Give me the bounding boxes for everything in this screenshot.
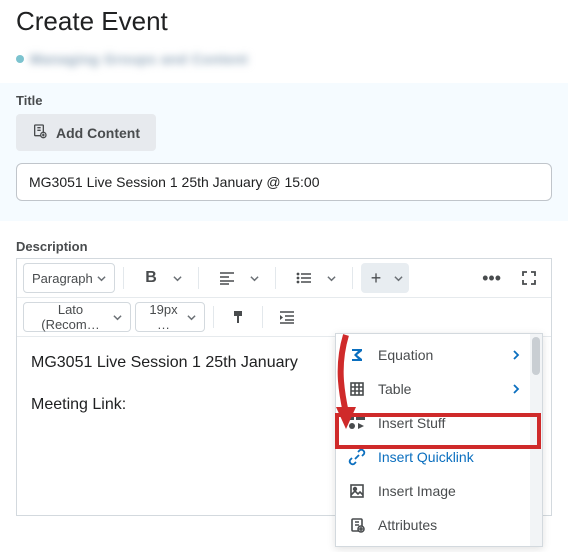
bold-button[interactable]: B <box>136 263 166 293</box>
format-painter-button[interactable] <box>222 302 254 332</box>
indent-icon <box>279 310 295 324</box>
stuff-icon <box>348 414 366 432</box>
chevron-down-icon <box>113 313 122 322</box>
insert-dropdown-menu: Equation Table Insert Stuff <box>335 333 543 547</box>
chevron-right-icon <box>512 381 520 397</box>
chevron-down-icon <box>394 274 403 283</box>
align-button[interactable] <box>211 263 243 293</box>
menu-item-equation[interactable]: Equation <box>336 338 530 372</box>
dots-icon: ••• <box>482 269 501 287</box>
list-split-chevron[interactable] <box>322 263 340 293</box>
table-icon <box>348 380 366 398</box>
format-painter-icon <box>230 309 246 325</box>
attributes-icon <box>348 516 366 534</box>
sigma-icon <box>348 346 366 364</box>
font-family-label: Lato (Recom… <box>32 302 109 332</box>
breadcrumb-dot <box>16 55 24 63</box>
add-content-button[interactable]: Add Content <box>16 114 156 151</box>
menu-item-label: Equation <box>378 347 433 363</box>
separator <box>213 306 214 328</box>
separator <box>198 267 199 289</box>
chevron-down-icon <box>327 274 336 283</box>
description-label: Description <box>16 239 552 254</box>
insert-menu-button[interactable]: + <box>361 263 409 293</box>
menu-item-label: Insert Stuff <box>378 415 445 431</box>
font-size-select[interactable]: 19px … <box>135 302 205 332</box>
chevron-down-icon <box>250 274 259 283</box>
breadcrumb-text[interactable]: Managing Groups and Content <box>30 51 248 67</box>
menu-scrollbar[interactable] <box>530 334 542 546</box>
separator <box>262 306 263 328</box>
indent-button[interactable] <box>271 302 303 332</box>
link-icon <box>348 448 366 466</box>
align-left-icon <box>219 271 235 285</box>
menu-item-label: Insert Image <box>378 483 456 499</box>
menu-item-insert-image[interactable]: Insert Image <box>336 474 530 508</box>
insert-menu-chevron <box>391 263 409 293</box>
list-icon <box>296 271 312 285</box>
list-button[interactable] <box>288 263 320 293</box>
chevron-down-icon <box>97 274 106 283</box>
rich-text-editor: Paragraph B <box>16 258 552 516</box>
image-icon <box>348 482 366 500</box>
toolbar-row-1: Paragraph B <box>17 259 551 298</box>
chevron-down-icon <box>187 313 196 322</box>
separator <box>123 267 124 289</box>
bold-split-chevron[interactable] <box>168 263 186 293</box>
bold-icon: B <box>145 269 157 287</box>
chevron-down-icon <box>173 274 182 283</box>
title-input[interactable] <box>16 163 552 201</box>
menu-item-table[interactable]: Table <box>336 372 530 406</box>
breadcrumb: Managing Groups and Content <box>16 51 552 67</box>
separator <box>352 267 353 289</box>
page-title: Create Event <box>16 6 552 37</box>
block-style-label: Paragraph <box>32 271 93 286</box>
add-content-icon <box>32 123 48 142</box>
align-split-chevron[interactable] <box>245 263 263 293</box>
font-family-select[interactable]: Lato (Recom… <box>23 302 131 332</box>
fullscreen-button[interactable] <box>513 263 545 293</box>
menu-item-insert-stuff[interactable]: Insert Stuff <box>336 406 530 440</box>
menu-item-attributes[interactable]: Attributes <box>336 508 530 542</box>
plus-icon: + <box>361 263 391 293</box>
fullscreen-icon <box>521 270 537 286</box>
separator <box>275 267 276 289</box>
chevron-right-icon <box>512 347 520 363</box>
menu-item-label: Attributes <box>378 517 437 533</box>
font-size-label: 19px … <box>144 302 183 332</box>
block-style-select[interactable]: Paragraph <box>23 263 115 293</box>
more-actions-button[interactable]: ••• <box>474 263 509 293</box>
menu-item-label: Insert Quicklink <box>378 449 474 465</box>
menu-item-insert-quicklink[interactable]: Insert Quicklink <box>336 440 530 474</box>
menu-item-label: Table <box>378 381 411 397</box>
title-label: Title <box>16 83 552 114</box>
toolbar-row-2: Lato (Recom… 19px … <box>17 298 551 337</box>
add-content-label: Add Content <box>56 125 140 141</box>
